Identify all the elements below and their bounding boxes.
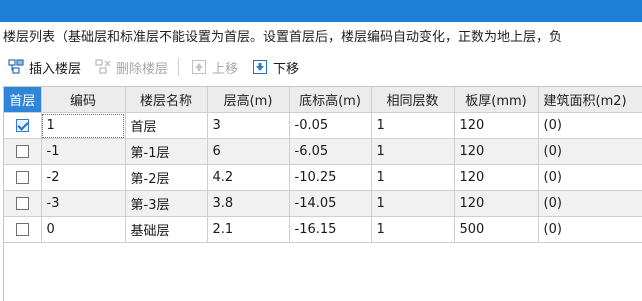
- first-floor-cell[interactable]: [4, 164, 42, 191]
- floor-name-cell[interactable]: 基础层: [125, 216, 208, 243]
- toolbar: 插入楼层 删除楼层 上移 下移: [0, 53, 642, 81]
- code-cell[interactable]: -1: [41, 138, 126, 165]
- building-area-cell[interactable]: (0): [538, 138, 642, 165]
- move-up-label: 上移: [212, 61, 239, 77]
- checkbox-icon[interactable]: [15, 171, 29, 184]
- bottom-elevation-cell[interactable]: -6.05: [289, 138, 372, 165]
- building-area-cell[interactable]: (0): [538, 216, 642, 243]
- floor-height-cell[interactable]: 3.8: [207, 190, 290, 217]
- code-cell[interactable]: 1: [41, 112, 126, 139]
- first-floor-cell[interactable]: [4, 216, 42, 243]
- table-header-row: 首层 编码 楼层名称 层高(m) 底标高(m) 相同层数 板厚(mm) 建筑面积…: [4, 87, 642, 113]
- column-header-first-floor[interactable]: 首层: [4, 87, 42, 113]
- table-row[interactable]: 0 基础层 2.1 -16.15 1 500 (0): [4, 216, 642, 243]
- code-cell[interactable]: -3: [41, 190, 126, 217]
- bottom-elevation-cell[interactable]: -16.15: [289, 216, 372, 243]
- same-floor-count-cell[interactable]: 1: [371, 138, 455, 165]
- column-header-floor-height[interactable]: 层高(m): [207, 87, 290, 113]
- delete-floor-label: 删除楼层: [116, 61, 169, 77]
- table-row[interactable]: -1 第-1层 6 -6.05 1 120 (0): [4, 138, 642, 165]
- column-header-floor-name[interactable]: 楼层名称: [125, 87, 208, 113]
- slab-thickness-cell[interactable]: 120: [454, 164, 539, 191]
- insert-floor-icon: [8, 59, 24, 75]
- column-header-building-area[interactable]: 建筑面积(m2): [538, 87, 642, 113]
- move-down-button[interactable]: 下移: [244, 55, 305, 79]
- floor-height-cell[interactable]: 3: [207, 112, 290, 139]
- floor-height-cell[interactable]: 4.2: [207, 164, 290, 191]
- checkbox-icon[interactable]: [15, 145, 29, 158]
- column-header-slab-thickness[interactable]: 板厚(mm): [454, 87, 539, 113]
- first-floor-cell[interactable]: [4, 190, 42, 217]
- table-row[interactable]: -3 第-3层 3.8 -14.05 1 120 (0): [4, 190, 642, 217]
- first-floor-cell[interactable]: [4, 112, 42, 139]
- column-header-same-floor-count[interactable]: 相同层数: [371, 87, 455, 113]
- bottom-elevation-cell[interactable]: -14.05: [289, 190, 372, 217]
- column-header-bottom-elevation[interactable]: 底标高(m): [289, 87, 372, 113]
- first-floor-cell[interactable]: [4, 138, 42, 165]
- checkbox-icon[interactable]: [15, 197, 29, 210]
- floor-list-description: 楼层列表（基础层和标准层不能设置为首层。设置首层后，楼层编码自动变化，正数为地上…: [3, 30, 563, 45]
- bottom-elevation-cell[interactable]: -0.05: [289, 112, 372, 139]
- panel-title-bar: [0, 0, 642, 22]
- same-floor-count-cell[interactable]: 1: [371, 112, 455, 139]
- floor-name-cell[interactable]: 第-3层: [125, 190, 208, 217]
- slab-thickness-cell[interactable]: 120: [454, 138, 539, 165]
- delete-floor-icon: [95, 59, 111, 75]
- code-cell[interactable]: 0: [41, 216, 126, 243]
- table-row[interactable]: -2 第-2层 4.2 -10.25 1 120 (0): [4, 164, 642, 191]
- checkbox-icon[interactable]: [15, 119, 29, 132]
- same-floor-count-cell[interactable]: 1: [371, 216, 455, 243]
- slab-thickness-cell[interactable]: 120: [454, 190, 539, 217]
- floor-table: 首层 编码 楼层名称 层高(m) 底标高(m) 相同层数 板厚(mm) 建筑面积…: [4, 87, 642, 243]
- insert-floor-button[interactable]: 插入楼层: [0, 55, 87, 79]
- building-area-cell[interactable]: (0): [538, 190, 642, 217]
- move-up-icon: [191, 59, 207, 75]
- slab-thickness-cell[interactable]: 500: [454, 216, 539, 243]
- floor-height-cell[interactable]: 6: [207, 138, 290, 165]
- table-row[interactable]: 1 首层 3 -0.05 1 120 (0): [4, 112, 642, 139]
- delete-floor-button[interactable]: 删除楼层: [87, 55, 174, 79]
- floor-table-container: 首层 编码 楼层名称 层高(m) 底标高(m) 相同层数 板厚(mm) 建筑面积…: [3, 86, 642, 301]
- slab-thickness-cell[interactable]: 120: [454, 112, 539, 139]
- move-down-label: 下移: [273, 61, 300, 77]
- building-area-cell[interactable]: (0): [538, 164, 642, 191]
- toolbar-separator: [178, 58, 180, 76]
- same-floor-count-cell[interactable]: 1: [371, 164, 455, 191]
- insert-floor-label: 插入楼层: [29, 61, 82, 77]
- move-up-button[interactable]: 上移: [183, 55, 244, 79]
- bottom-elevation-cell[interactable]: -10.25: [289, 164, 372, 191]
- code-cell[interactable]: -2: [41, 164, 126, 191]
- floor-name-cell[interactable]: 首层: [125, 112, 208, 139]
- column-header-code[interactable]: 编码: [41, 87, 126, 113]
- floor-height-cell[interactable]: 2.1: [207, 216, 290, 243]
- same-floor-count-cell[interactable]: 1: [371, 190, 455, 217]
- floor-name-cell[interactable]: 第-1层: [125, 138, 208, 165]
- building-area-cell[interactable]: (0): [538, 112, 642, 139]
- floor-name-cell[interactable]: 第-2层: [125, 164, 208, 191]
- move-down-icon: [252, 59, 268, 75]
- checkbox-icon[interactable]: [15, 223, 29, 236]
